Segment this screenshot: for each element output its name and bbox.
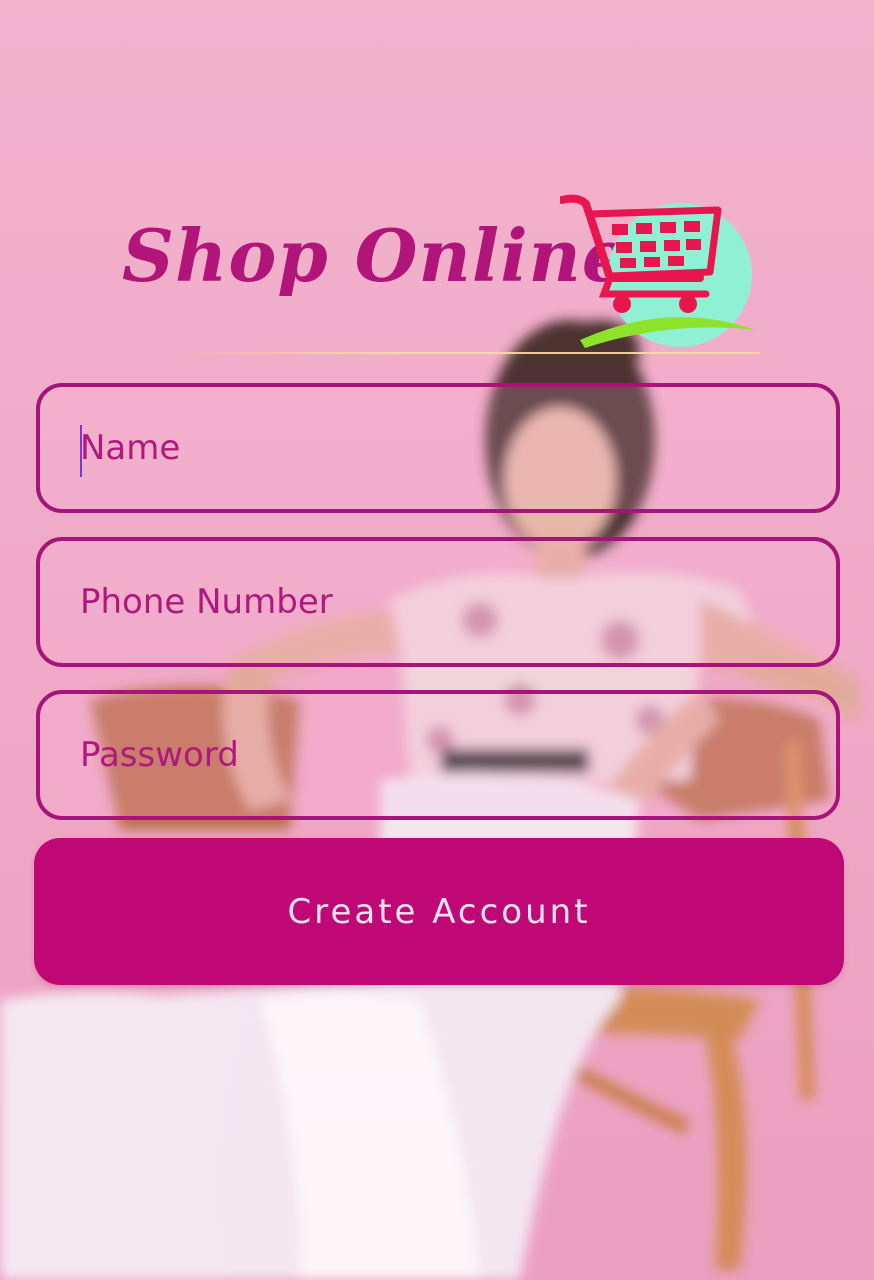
name-input[interactable] bbox=[40, 387, 836, 509]
shopping-cart-icon bbox=[560, 194, 755, 348]
logo-title: Shop Online bbox=[122, 213, 629, 298]
password-field[interactable] bbox=[36, 690, 840, 820]
password-input[interactable] bbox=[40, 694, 836, 816]
create-account-button[interactable]: Create Account bbox=[34, 838, 844, 985]
phone-field[interactable] bbox=[36, 537, 840, 667]
name-field[interactable] bbox=[36, 383, 840, 513]
text-cursor bbox=[80, 425, 82, 477]
logo-divider bbox=[170, 352, 760, 354]
shop-online-logo: Shop Online bbox=[110, 190, 770, 370]
phone-input[interactable] bbox=[40, 541, 836, 663]
